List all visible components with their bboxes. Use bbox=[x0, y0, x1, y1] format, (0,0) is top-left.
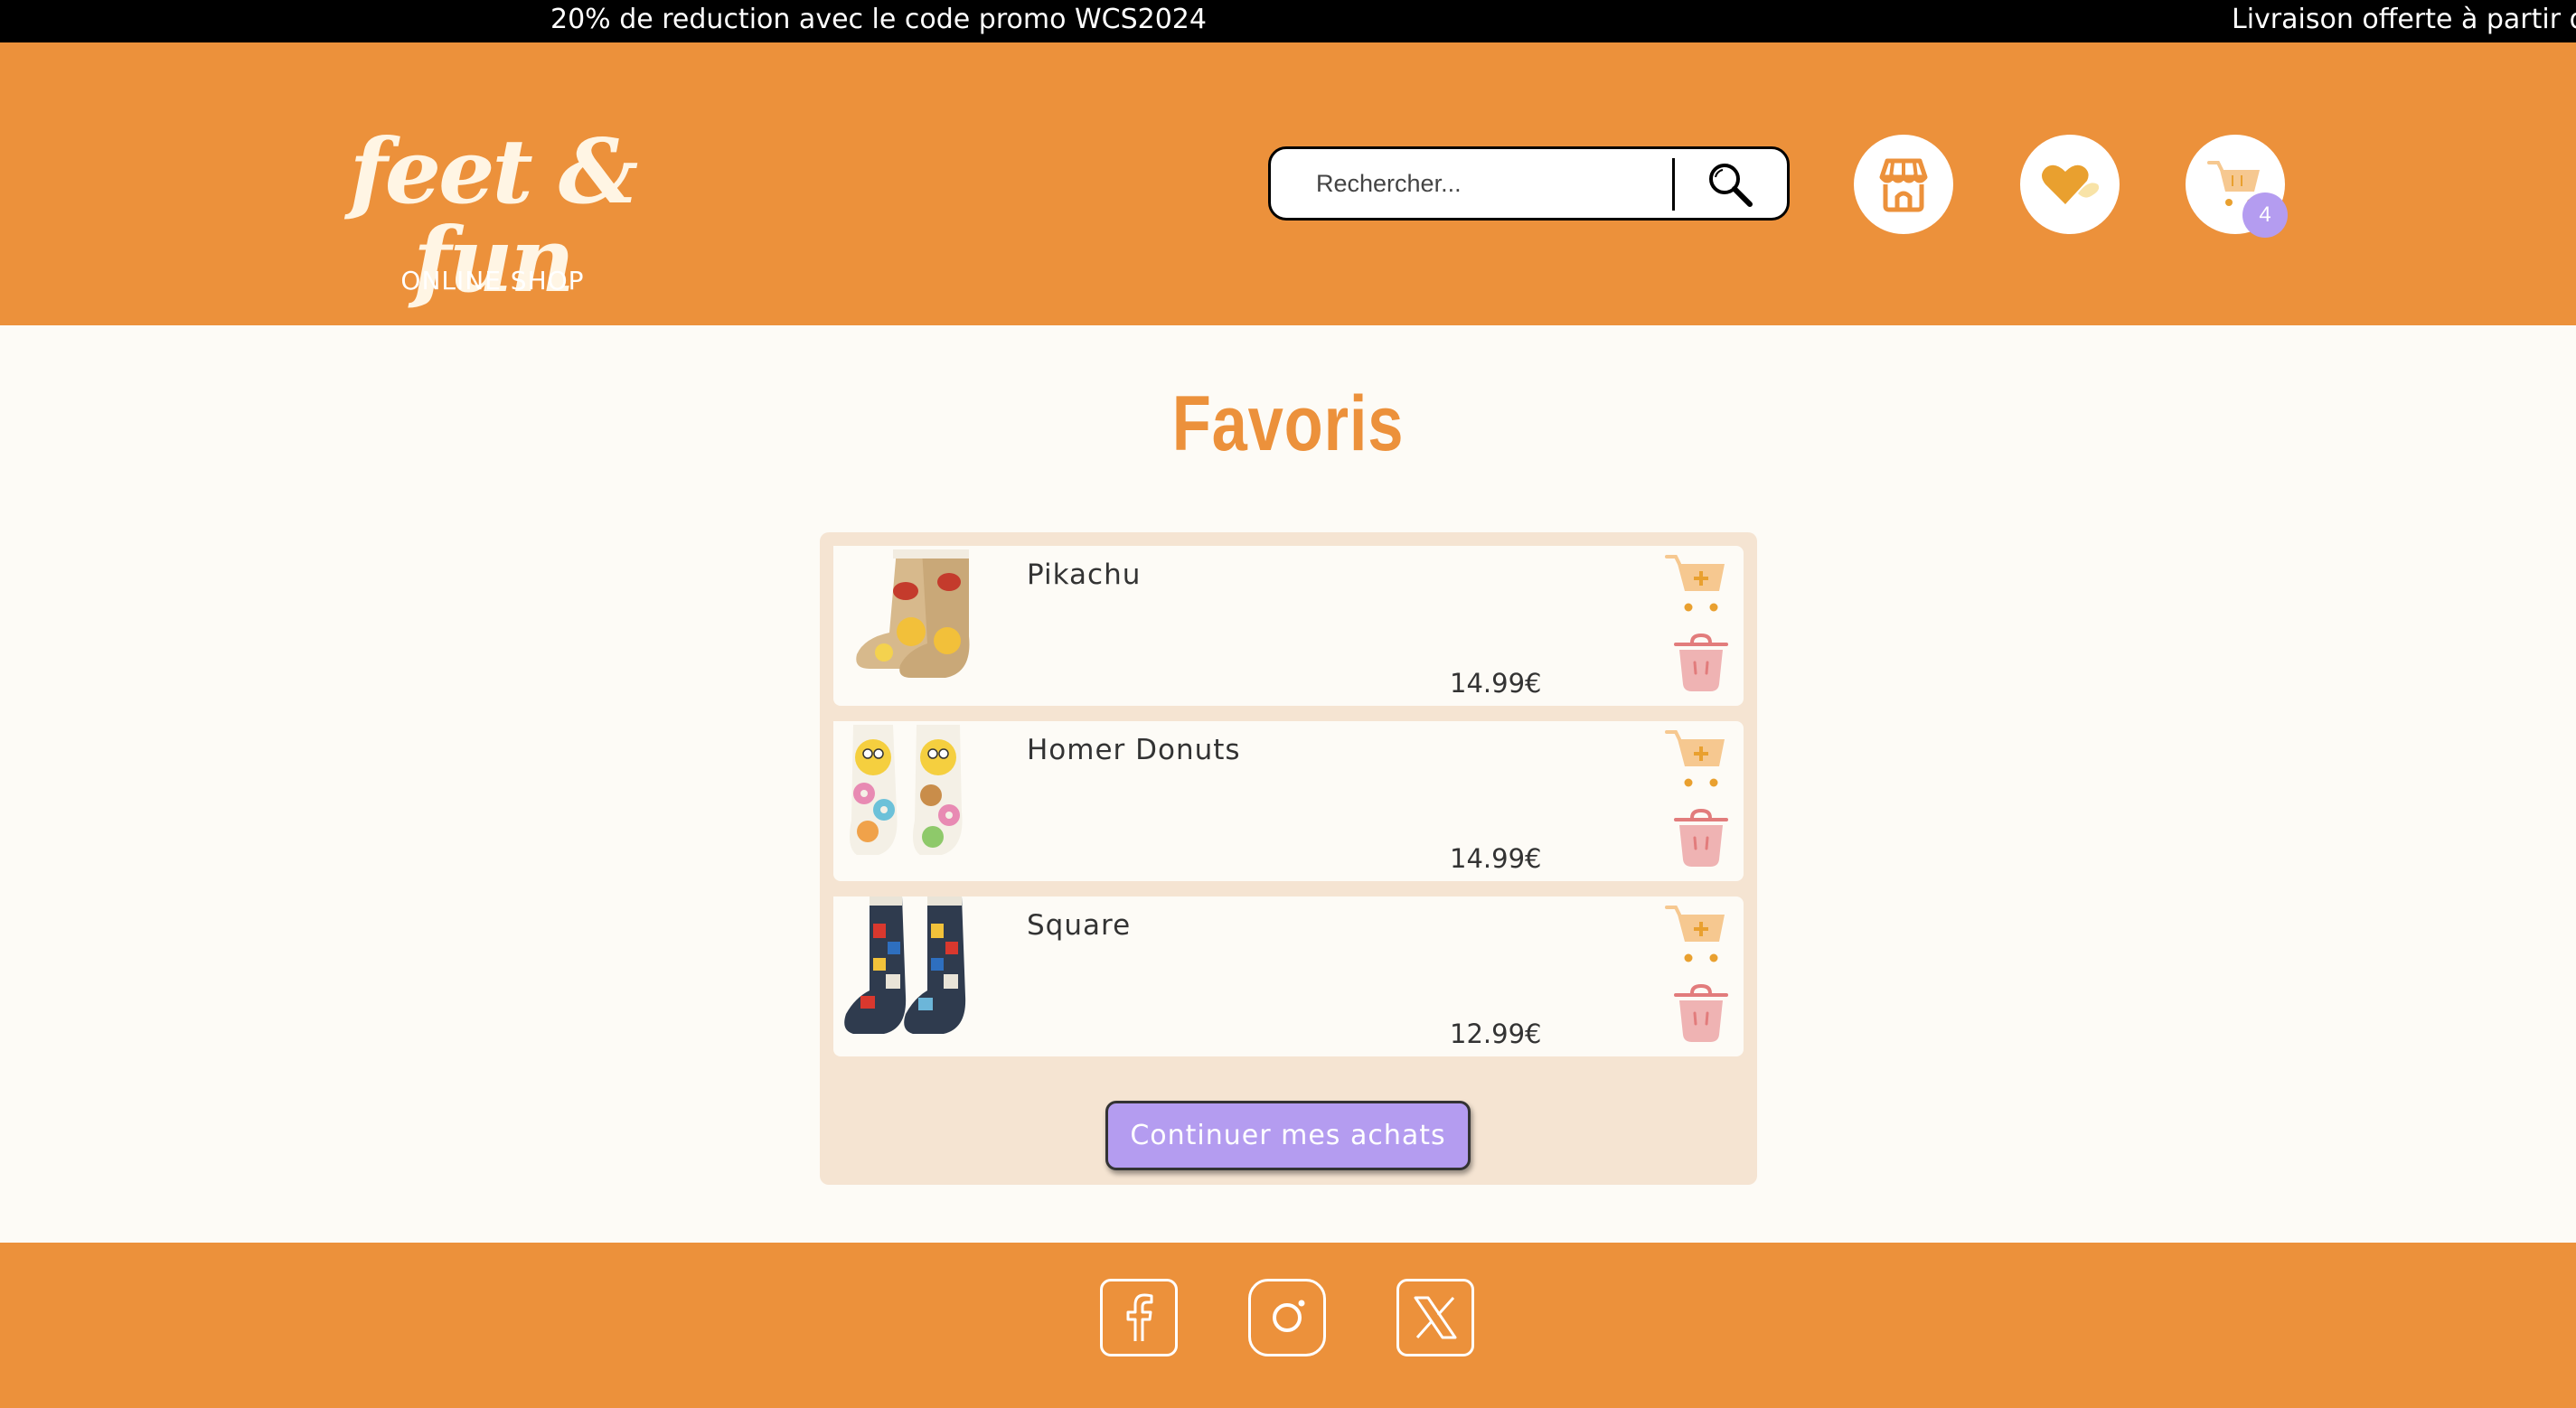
product-price: 12.99€ bbox=[1450, 1018, 1542, 1049]
product-image-homer-donuts[interactable] bbox=[833, 721, 978, 866]
search-bar bbox=[1268, 146, 1790, 221]
logo[interactable]: feet & fun ONLINE SHOP bbox=[271, 128, 714, 305]
product-image-pikachu[interactable] bbox=[833, 546, 978, 690]
x-link[interactable] bbox=[1396, 1279, 1474, 1356]
continue-shopping-button[interactable]: Continuer mes achats bbox=[1105, 1101, 1471, 1170]
favorite-item: Homer Donuts 14.99€ bbox=[833, 721, 1744, 881]
page-title: Favoris bbox=[1171, 380, 1405, 467]
product-price: 14.99€ bbox=[1450, 668, 1542, 699]
add-to-cart-icon[interactable] bbox=[1665, 902, 1728, 965]
promo-message: 20% de reduction avec le code promo WCS2… bbox=[550, 4, 1207, 35]
facebook-icon bbox=[1126, 1293, 1153, 1341]
product-name[interactable]: Homer Donuts bbox=[1027, 734, 1241, 766]
favorite-item: Pikachu 14.99€ bbox=[833, 546, 1744, 706]
product-name[interactable]: Square bbox=[1027, 909, 1131, 942]
search-input[interactable] bbox=[1316, 164, 1659, 203]
instagram-icon bbox=[1273, 1300, 1305, 1332]
promo-message-delivery: Livraison offerte à partir de bbox=[2232, 4, 2576, 35]
trash-icon[interactable] bbox=[1674, 807, 1728, 868]
logo-subtitle: ONLINE SHOP bbox=[400, 266, 585, 296]
product-name[interactable]: Pikachu bbox=[1027, 559, 1141, 591]
cart-count-badge: 4 bbox=[2242, 192, 2288, 238]
x-icon bbox=[1414, 1296, 1457, 1339]
trash-icon[interactable] bbox=[1674, 632, 1728, 693]
search-divider bbox=[1672, 158, 1675, 211]
search-icon bbox=[1709, 164, 1753, 207]
add-to-cart-icon[interactable] bbox=[1665, 727, 1728, 790]
promo-banner: 20% de reduction avec le code promo WCS2… bbox=[0, 0, 2576, 42]
heart-icon bbox=[2042, 164, 2100, 204]
search-button[interactable] bbox=[1701, 158, 1759, 211]
trash-icon[interactable] bbox=[1674, 982, 1728, 1044]
facebook-link[interactable] bbox=[1100, 1279, 1178, 1356]
footer bbox=[0, 1243, 2576, 1408]
instagram-link[interactable] bbox=[1248, 1279, 1326, 1356]
shop-button[interactable] bbox=[1854, 135, 1953, 234]
add-to-cart-icon[interactable] bbox=[1665, 551, 1728, 615]
product-price: 14.99€ bbox=[1450, 843, 1542, 874]
favorites-button[interactable] bbox=[2020, 135, 2120, 234]
product-image-square[interactable] bbox=[833, 896, 978, 1041]
favorites-panel: Pikachu 14.99€ Homer Donuts 14.99€ Squar… bbox=[820, 532, 1757, 1185]
shop-icon bbox=[1879, 158, 1928, 212]
favorite-item: Square 12.99€ bbox=[833, 896, 1744, 1056]
